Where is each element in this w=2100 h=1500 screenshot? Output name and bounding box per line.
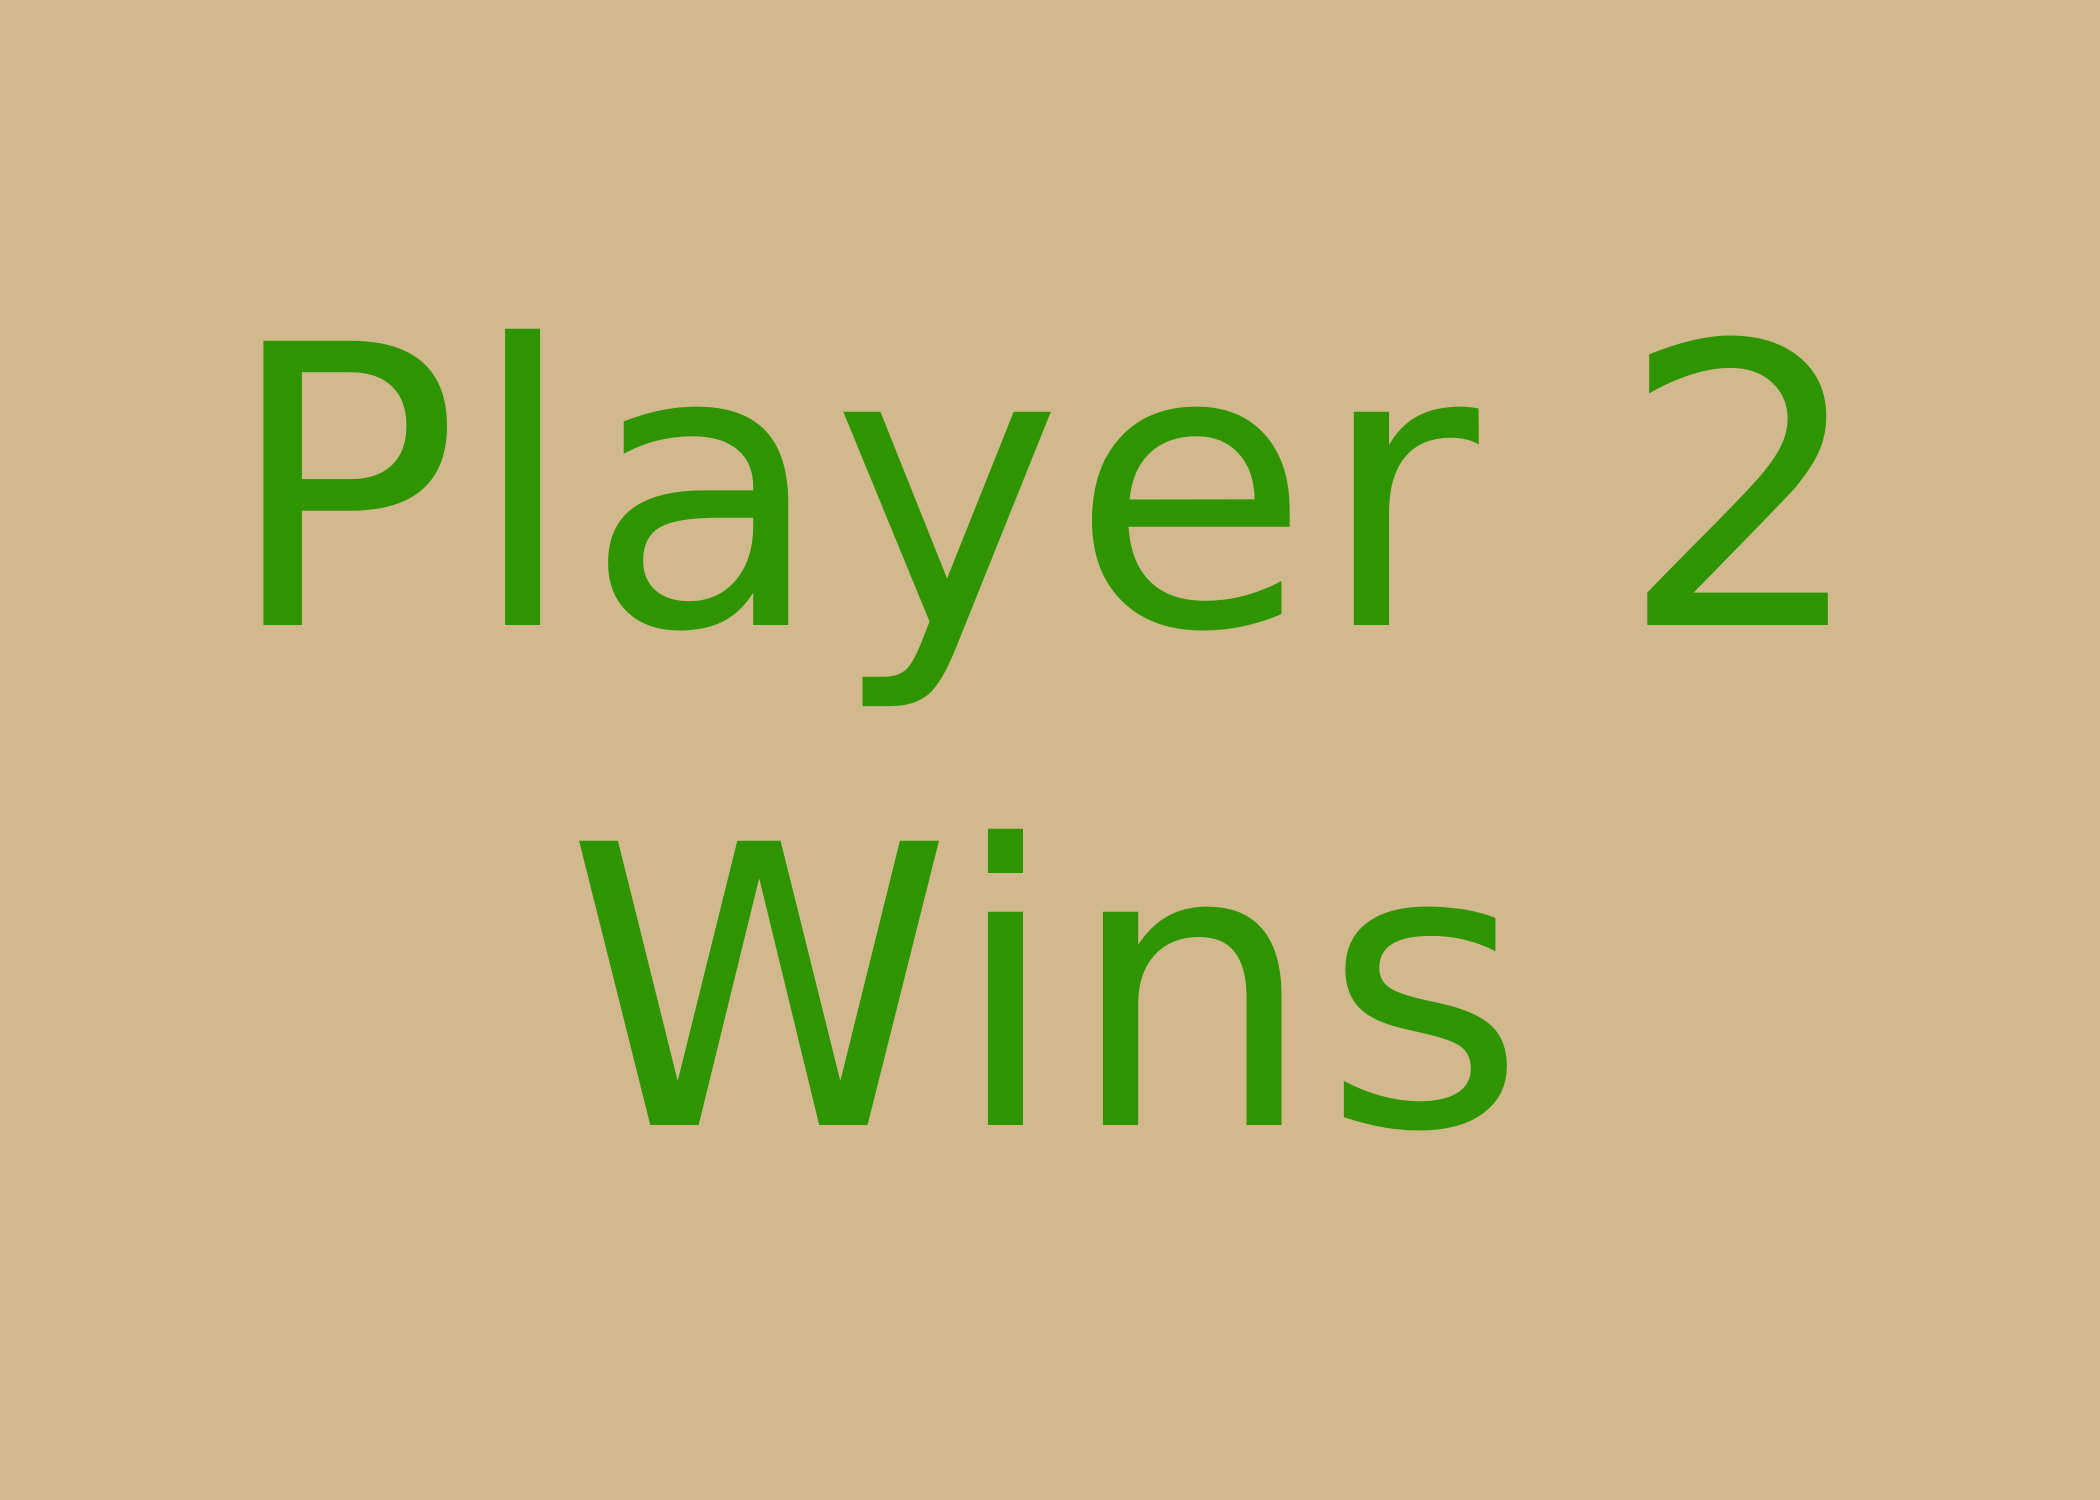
- game-over-screen: Player 2 Wins: [0, 0, 2100, 1500]
- winner-message-line-2: Wins: [566, 763, 1534, 1217]
- winner-message-line-1: Player 2: [225, 263, 1875, 717]
